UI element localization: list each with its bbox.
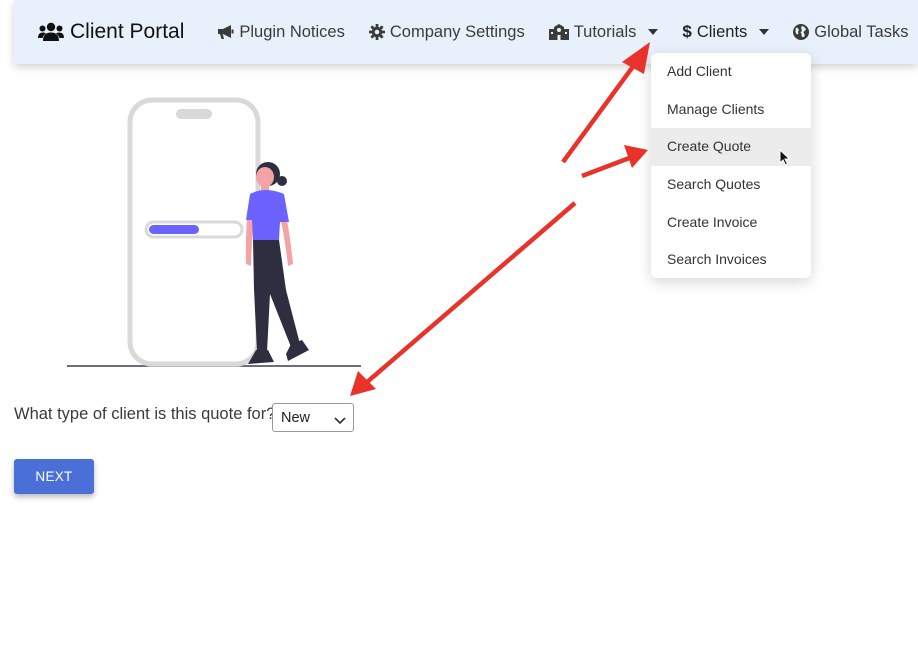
progress-illustration — [60, 94, 370, 379]
nav-plugin-notices[interactable]: Plugin Notices — [216, 22, 345, 42]
nav-company-settings[interactable]: Company Settings — [368, 22, 525, 42]
users-icon — [38, 22, 64, 42]
client-type-question: What type of client is this quote for? — [14, 405, 276, 423]
mouse-cursor-icon — [779, 148, 791, 171]
menu-item-manage-clients[interactable]: Manage Clients — [651, 91, 811, 129]
brand-title: Client Portal — [70, 20, 185, 43]
nav-tutorials[interactable]: Tutorials — [548, 22, 659, 42]
client-type-select[interactable]: New — [272, 403, 354, 432]
brand-link[interactable]: Client Portal — [38, 20, 184, 44]
school-icon — [548, 24, 569, 40]
gear-icon — [368, 24, 385, 40]
annotation-arrow-select — [350, 201, 577, 396]
annotation-arrow-create-quote — [581, 145, 648, 179]
nav-label: Tutorials — [573, 22, 637, 41]
nav-label: Global Tasks — [814, 22, 909, 41]
nav-label: Company Settings — [389, 22, 525, 41]
menu-item-add-client[interactable]: Add Client — [651, 53, 811, 91]
nav-label: Clients — [696, 22, 748, 41]
menu-item-search-invoices[interactable]: Search Invoices — [651, 241, 811, 279]
dollar-icon: $ — [682, 22, 692, 41]
nav-label: Plugin Notices — [239, 22, 345, 41]
nav-global-tasks[interactable]: Global Tasks — [793, 23, 908, 42]
globe-icon — [793, 24, 810, 40]
next-button[interactable]: NEXT — [14, 459, 94, 494]
nav-clients[interactable]: $ Clients — [682, 22, 770, 42]
chevron-down-icon — [759, 29, 770, 35]
chevron-down-icon — [334, 413, 346, 429]
menu-item-search-quotes[interactable]: Search Quotes — [651, 166, 811, 204]
client-type-selected-value: New — [281, 409, 311, 426]
menu-item-create-invoice[interactable]: Create Invoice — [651, 204, 811, 242]
megaphone-icon — [216, 24, 234, 40]
chevron-down-icon — [648, 29, 659, 35]
